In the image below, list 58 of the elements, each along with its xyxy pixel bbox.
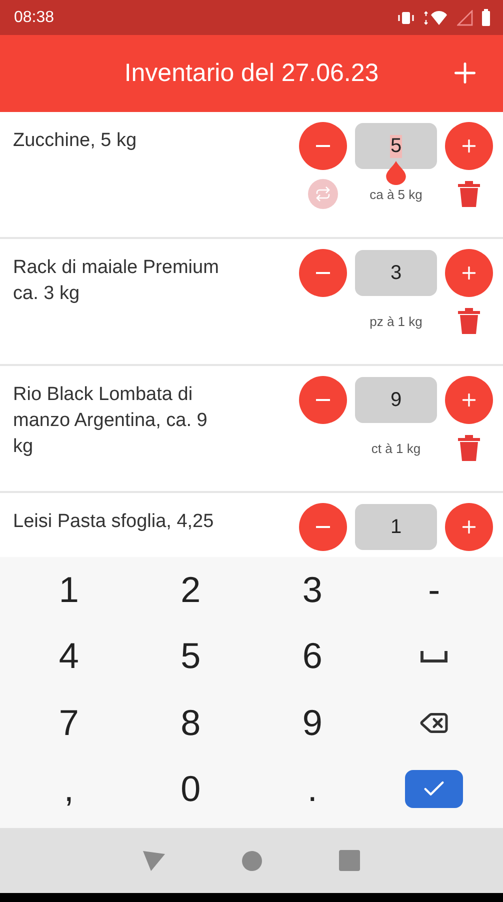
done-key[interactable] [405,770,464,808]
keyboard-key[interactable]: 4 [44,631,93,682]
keyboard-key[interactable]: 2 [166,565,215,616]
quantity-field[interactable]: 3 [355,250,437,296]
signal-icon [457,10,473,26]
product-name: Zucchine, 5 kg [13,129,138,153]
decrease-button[interactable] [299,122,347,170]
trash-icon [458,308,480,334]
quantity-field[interactable]: 9 [355,377,437,423]
minus-icon [316,145,330,147]
keyboard-key[interactable]: , [50,764,88,814]
delete-button[interactable] [458,308,480,334]
quantity-field[interactable]: 5 [355,123,437,169]
recents-button[interactable] [338,850,360,871]
status-time: 08:38 [14,8,54,26]
header-title: Inventario del 27.06.23 [124,59,379,88]
trash-icon [458,181,480,207]
decrease-button[interactable] [299,503,347,551]
home-icon [242,850,262,870]
decrease-button[interactable] [299,376,347,424]
minus-icon [316,272,330,274]
product-name: Rio Black Lombata di manzo Argentina, ca. 9 kg [13,383,208,459]
decrease-button[interactable] [299,249,347,297]
increase-button[interactable] [445,249,493,297]
swap-icon [315,186,331,202]
keyboard-key[interactable]: 5 [166,631,215,682]
trash-icon [458,435,480,461]
keyboard-key[interactable]: 6 [288,631,336,682]
cursor-handle-icon[interactable] [385,161,407,185]
vibrate-icon [397,10,415,24]
unit-label: ca à 5 kg [370,186,422,202]
increase-button[interactable] [445,122,493,170]
home-button[interactable] [242,850,262,870]
keyboard-key[interactable]: 1 [44,565,93,616]
delete-button[interactable] [458,181,480,207]
keyboard-key[interactable]: 7 [44,698,93,748]
back-button[interactable] [143,850,166,870]
increase-button[interactable] [445,503,493,551]
minus-icon [316,526,330,528]
delete-button[interactable] [458,435,480,461]
unit-label: pz à 1 kg [370,314,422,328]
product-name: Leisi Pasta sfoglia, 4,25 [13,510,215,534]
keyboard-key[interactable]: 9 [288,698,336,748]
keyboard-key[interactable]: 3 [288,565,336,616]
battery-icon [481,9,491,26]
wifi-icon [423,10,449,26]
increase-button[interactable] [445,376,493,424]
product-name: Rack di maiale Premium ca. 3 kg [13,256,220,306]
keyboard-key[interactable]: 8 [166,698,215,748]
keyboard-key[interactable]: 0 [166,764,215,814]
unit-label: ct à 1 kg [371,440,421,456]
space-icon [420,649,448,664]
recents-icon [338,850,360,871]
back-icon [143,850,166,870]
keyboard-key[interactable]: . [293,764,332,814]
quantity-field[interactable]: 1 [355,504,437,550]
minus-icon [316,399,330,401]
keyboard-key[interactable]: - [414,565,454,616]
